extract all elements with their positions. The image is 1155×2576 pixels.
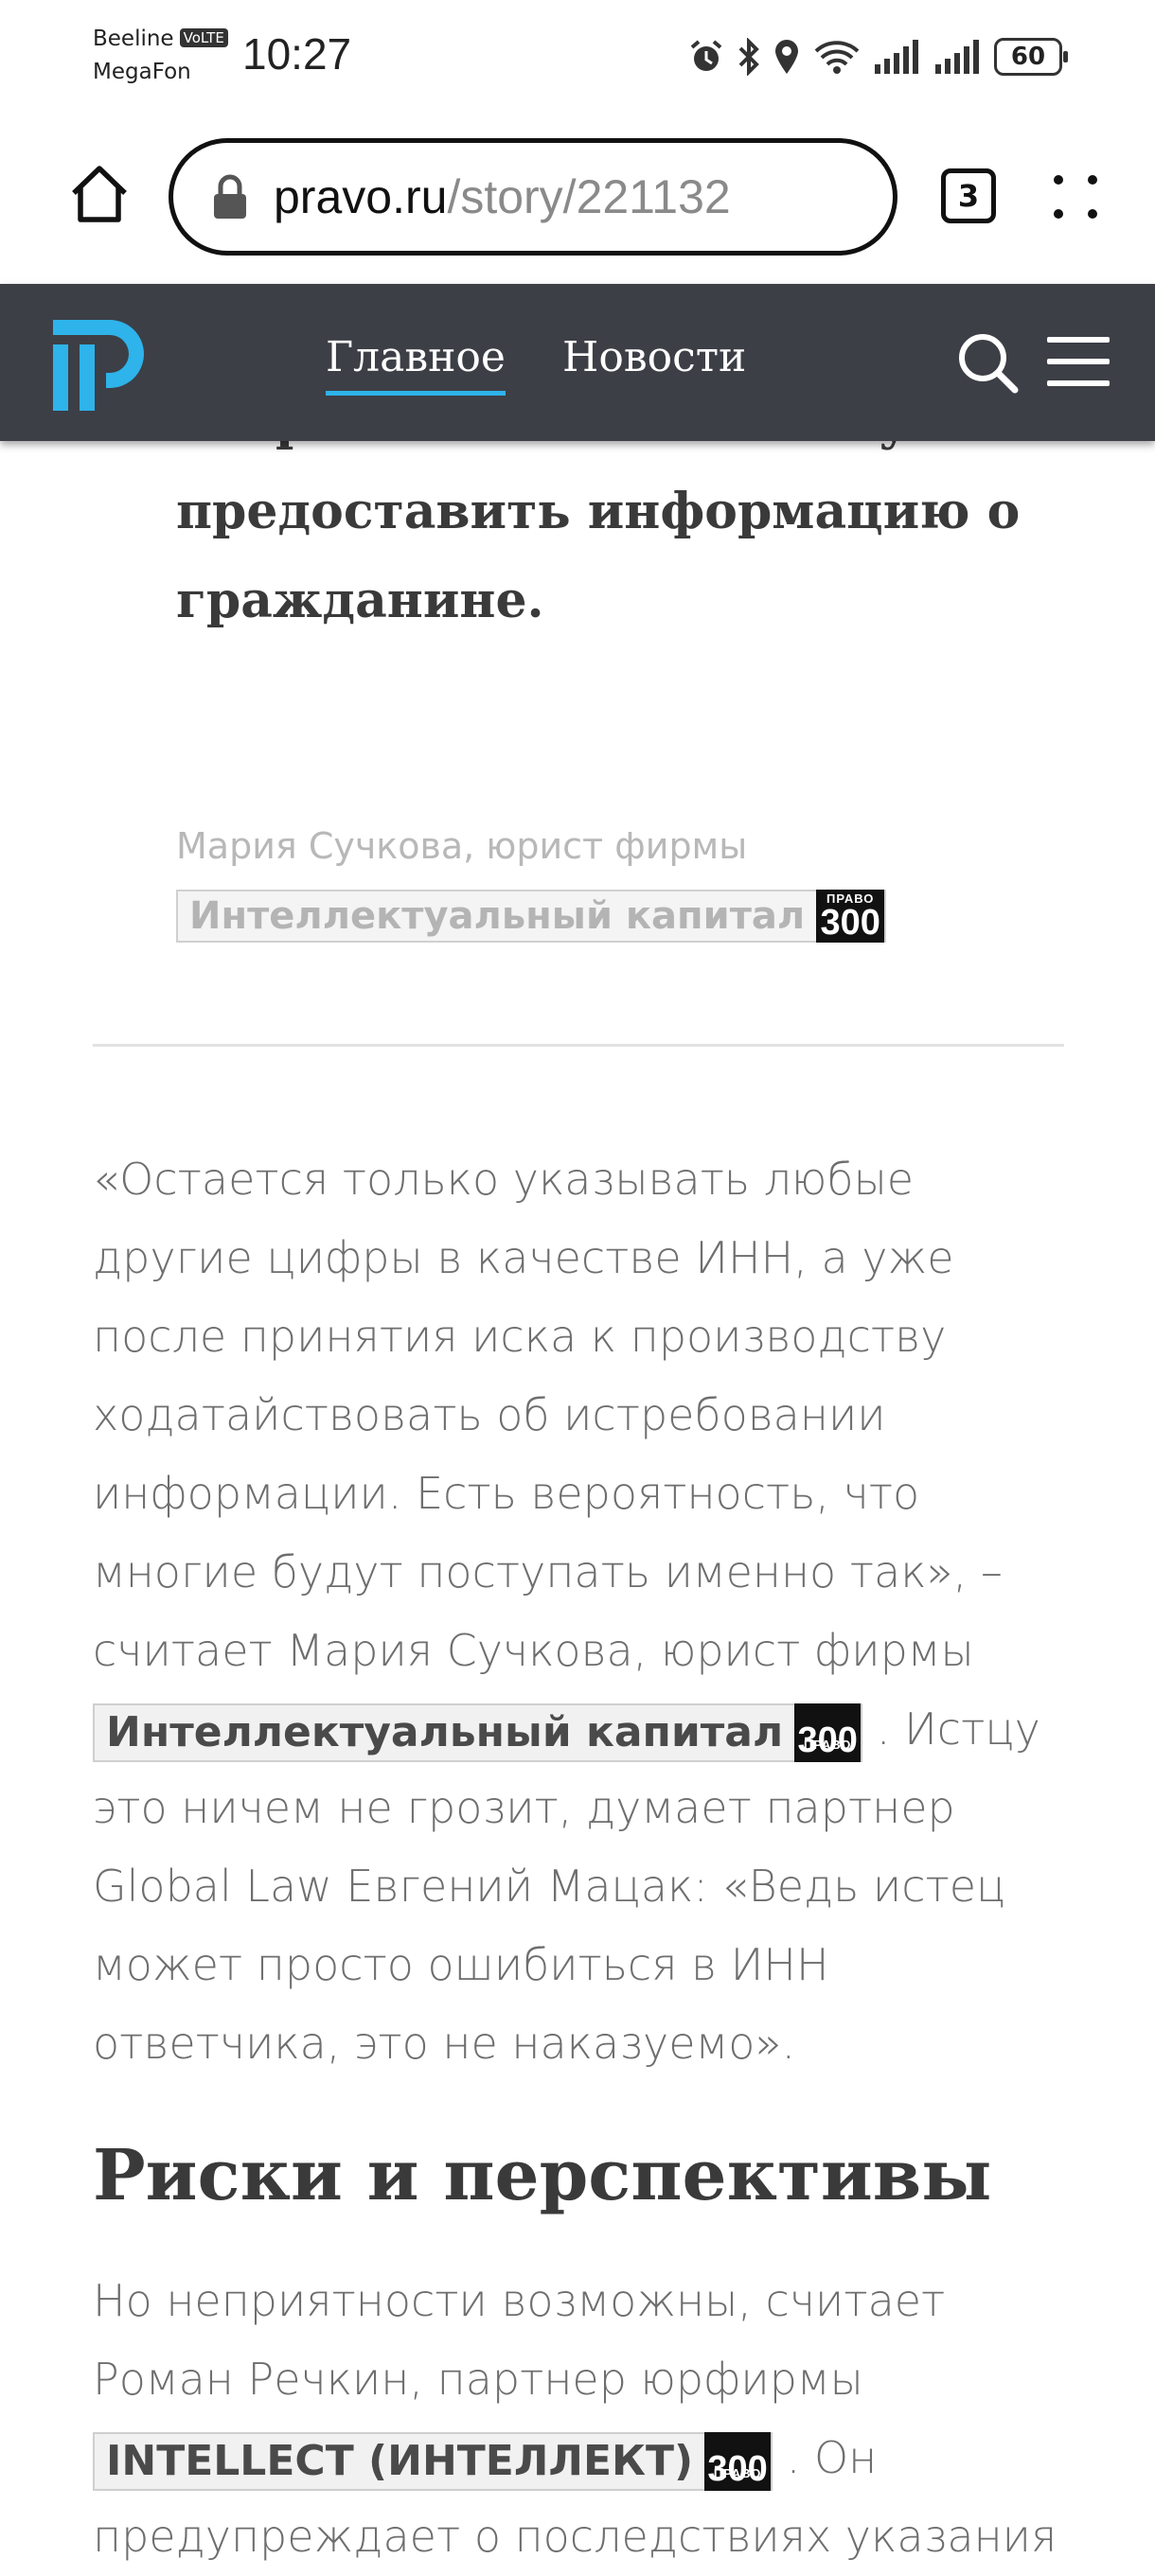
site-header: Главное Новости xyxy=(0,284,1155,441)
firm-name: INTELLECT (ИНТЕЛЛЕКТ) xyxy=(106,2437,694,2485)
pull-quote-line: гражданине. xyxy=(176,572,544,629)
paragraph-text: Но неприятности возможны, считает Роман … xyxy=(93,2275,946,2405)
nav-item-main[interactable]: Главное xyxy=(326,333,506,396)
url-text[interactable]: pravo.ru/story/221132 xyxy=(274,169,731,224)
firm-tag-link[interactable]: Интеллектуальный капитал ПРАВО 300 xyxy=(93,1703,863,1762)
article-paragraph: Но неприятности возможны, считает Роман … xyxy=(93,2262,1064,2576)
menu-dots-icon[interactable] xyxy=(1051,172,1100,221)
main-nav: Главное Новости xyxy=(326,333,746,396)
address-bar[interactable]: pravo.ru/story/221132 xyxy=(169,138,897,256)
location-icon xyxy=(775,40,798,74)
volte-badge: VoLTE xyxy=(179,28,228,47)
signal-icon-2 xyxy=(935,40,979,74)
quote-firm-link[interactable]: Интеллектуальный капитал ПРАВО 300 xyxy=(176,890,887,943)
hamburger-menu-icon[interactable] xyxy=(1047,337,1110,402)
carrier-2: MegaFon xyxy=(93,60,191,84)
wifi-icon xyxy=(814,41,860,74)
section-heading: Риски и перспективы xyxy=(93,2135,992,2216)
lock-icon xyxy=(214,174,246,219)
badge-number: 300 xyxy=(797,1720,858,1760)
status-bar: Beeline VoLTE MegaFon 10:27 60 xyxy=(0,0,1155,114)
status-icons: 60 xyxy=(687,30,1068,83)
paragraph-text: «Остается только указывать любые другие … xyxy=(93,1154,1003,1676)
carrier-1: Beeline xyxy=(93,26,174,51)
firm-tag-link[interactable]: INTELLECT (ИНТЕЛЛЕКТ) ПРАВО 300 xyxy=(93,2431,773,2491)
article-paragraph: «Остается только указывать любые другие … xyxy=(93,1140,1064,2083)
pravo300-badge: ПРАВО 300 xyxy=(816,890,885,943)
battery-indicator: 60 xyxy=(994,38,1068,76)
url-path: /story/221132 xyxy=(447,170,731,223)
tab-switcher-button[interactable]: 3 xyxy=(941,168,996,223)
browser-toolbar: pravo.ru/story/221132 3 xyxy=(0,123,1155,274)
bluetooth-icon xyxy=(738,38,759,76)
pravo300-badge: ПРАВО 300 xyxy=(794,1703,862,1762)
clock: 10:27 xyxy=(242,29,352,79)
quote-author: Мария Сучкова, юрист фирмы xyxy=(176,825,748,867)
firm-name: Интеллектуальный капитал xyxy=(106,1708,784,1756)
firm-name: Интеллектуальный капитал xyxy=(189,894,806,938)
divider xyxy=(93,1044,1064,1047)
home-icon[interactable] xyxy=(66,161,133,227)
badge-number: 300 xyxy=(707,2448,768,2489)
badge-number: 300 xyxy=(820,903,880,943)
firm-tag[interactable]: Интеллектуальный капитал ПРАВО 300 xyxy=(176,890,887,943)
pravo-logo-icon[interactable] xyxy=(51,318,146,413)
carrier-info: Beeline VoLTE MegaFon xyxy=(93,23,228,89)
alarm-icon xyxy=(690,40,722,71)
url-domain: pravo.ru xyxy=(274,170,448,223)
signal-icon-1 xyxy=(875,40,918,74)
search-icon[interactable] xyxy=(956,331,1019,394)
pull-quote-line: предоставить информацию о xyxy=(176,483,1021,540)
nav-item-news[interactable]: Новости xyxy=(562,333,746,396)
pravo300-badge: ПРАВО 300 xyxy=(704,2431,772,2491)
